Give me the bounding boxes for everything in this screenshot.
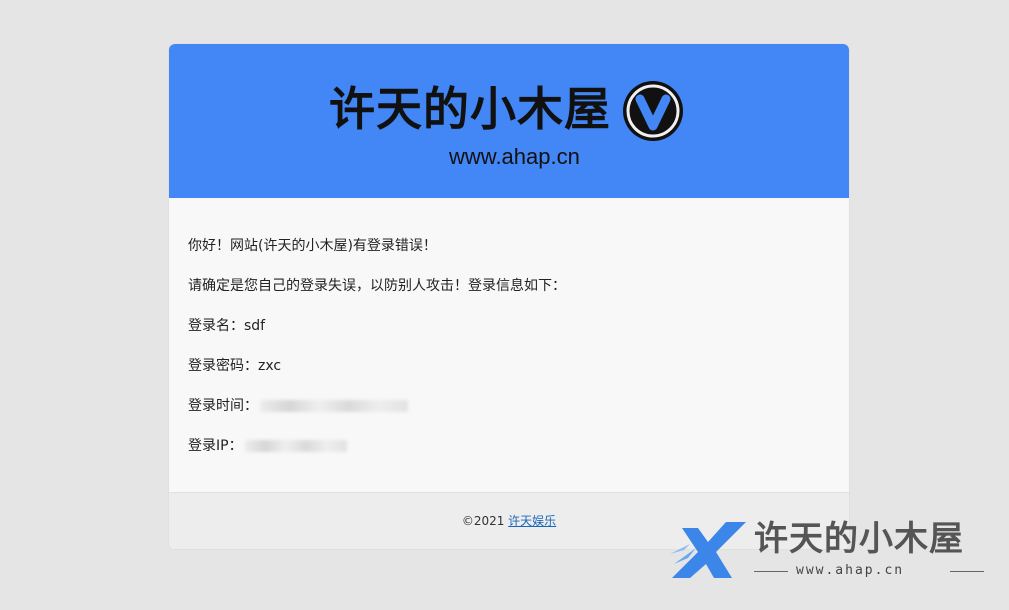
- login-ip-redacted: [244, 440, 347, 452]
- check-badge-icon: [623, 81, 683, 141]
- divider-right: [950, 571, 984, 572]
- password-value: zxc: [258, 358, 282, 374]
- login-ip-row: 登录IP：: [188, 436, 347, 456]
- login-time-row: 登录时间：: [188, 396, 408, 416]
- logo-title: 许天的小木屋: [329, 82, 611, 136]
- email-header: 许天的小木屋 www.ahap.cn: [169, 44, 849, 198]
- login-name-label: 登录名：: [188, 318, 244, 334]
- footer-link[interactable]: 许天娱乐: [508, 514, 556, 528]
- x-logo-icon: [670, 522, 746, 578]
- login-name-value: sdf: [244, 318, 266, 334]
- login-time-redacted: [260, 400, 408, 412]
- login-ip-label: 登录IP：: [188, 438, 243, 454]
- password-label: 登录密码：: [188, 358, 258, 374]
- logo-url: www.ahap.cn: [449, 144, 580, 169]
- password-row: 登录密码：zxc: [188, 356, 281, 376]
- notice-text: 请确定是您自己的登录失误，以防别人攻击！登录信息如下：: [188, 278, 566, 294]
- watermark-url: www.ahap.cn: [796, 563, 905, 578]
- watermark-url-row: www.ahap.cn: [754, 564, 984, 578]
- divider-left: [754, 571, 788, 572]
- watermark: 许天的小木屋 www.ahap.cn: [668, 516, 998, 586]
- copyright-text: ©2021: [461, 514, 509, 528]
- watermark-title: 许天的小木屋: [754, 519, 964, 559]
- email-body: 你好！网站(许天的小木屋)有登录错误！ 请确定是您自己的登录失误，以防别人攻击！…: [169, 198, 849, 493]
- login-time-label: 登录时间：: [188, 398, 258, 414]
- login-name-row: 登录名：sdf: [188, 316, 265, 336]
- email-card: 许天的小木屋 www.ahap.cn 你好！网站(许天的小木屋)有登录错误！ 请…: [169, 44, 849, 549]
- greeting-text: 你好！网站(许天的小木屋)有登录错误！: [188, 238, 437, 254]
